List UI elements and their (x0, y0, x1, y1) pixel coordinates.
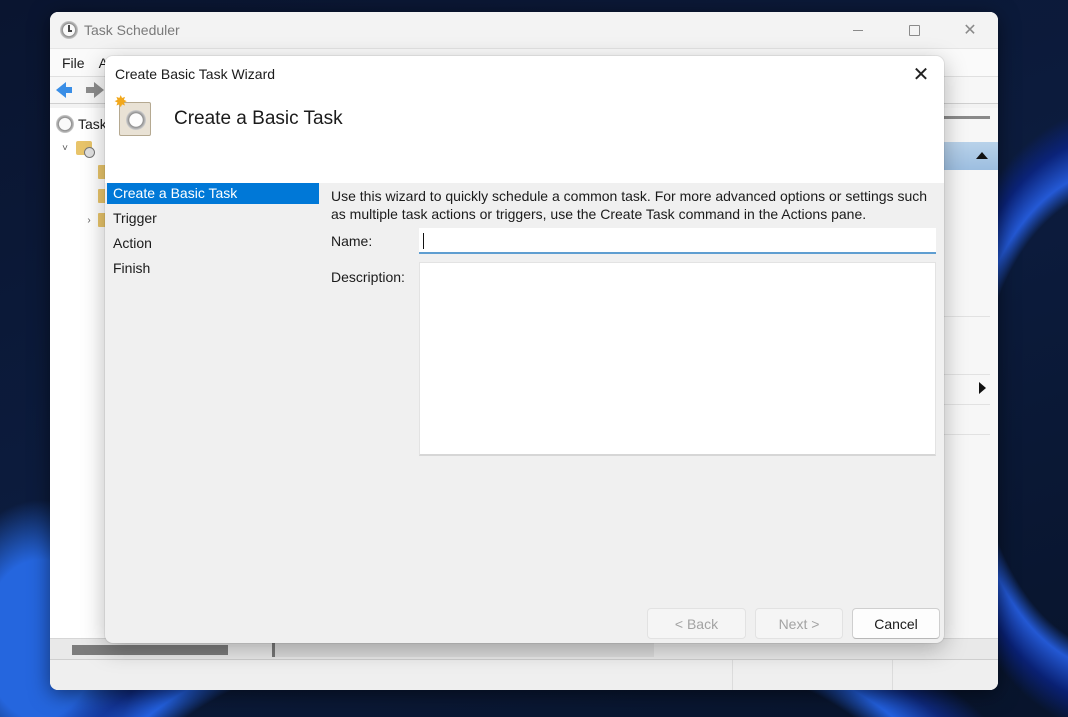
step-trigger: Trigger (113, 210, 157, 226)
minimize-button[interactable] (830, 12, 886, 48)
minimize-icon (853, 29, 863, 31)
divider (944, 434, 990, 435)
clock-icon (56, 115, 74, 133)
status-bar (50, 660, 998, 690)
description-label: Description: (331, 269, 405, 285)
wizard-content: Use this wizard to quickly schedule a co… (331, 183, 936, 456)
close-icon: ✕ (963, 22, 977, 39)
close-button[interactable]: ✕ (942, 12, 998, 48)
divider (944, 374, 990, 375)
step-create-basic-task: Create a Basic Task (107, 183, 319, 204)
star-burst-icon: ✸ (114, 94, 128, 111)
task-folder-icon (76, 141, 95, 158)
divider (732, 660, 733, 690)
step-finish: Finish (113, 260, 151, 276)
cancel-button[interactable]: Cancel (852, 608, 940, 639)
clock-icon (126, 110, 146, 130)
wizard-heading: Create a Basic Task (174, 108, 343, 129)
wizard-close-button[interactable]: ✕ (906, 60, 936, 88)
divider (944, 316, 990, 317)
clock-icon (60, 21, 78, 39)
actions-pane-header[interactable] (944, 142, 998, 170)
intro-text: Use this wizard to quickly schedule a co… (331, 188, 928, 222)
forward-nav-button[interactable] (84, 82, 106, 98)
menu-file[interactable]: File (62, 55, 85, 71)
next-button[interactable]: Next > (755, 608, 843, 639)
divider (944, 116, 990, 119)
name-label: Name: (331, 233, 373, 249)
chevron-right-icon[interactable]: › (82, 215, 96, 226)
step-action: Action (113, 235, 152, 251)
name-input[interactable] (419, 228, 936, 254)
close-icon: ✕ (912, 63, 930, 86)
new-task-icon: ✸ (114, 95, 151, 136)
chevron-down-icon[interactable]: ˅ (58, 143, 72, 154)
back-button[interactable]: < Back (647, 608, 746, 639)
back-nav-button[interactable] (56, 82, 78, 98)
submenu-arrow-icon[interactable] (979, 382, 986, 394)
wizard-header: ✸ Create a Basic Task (105, 92, 944, 183)
divider (944, 404, 990, 405)
tree-root-label: Task (78, 116, 107, 132)
create-basic-task-wizard: Create Basic Task Wizard ✕ ✸ Create a Ba… (105, 56, 944, 643)
wizard-steps: Create a Basic Task Trigger Action Finis… (107, 183, 319, 643)
actions-pane (944, 108, 998, 638)
scrollbar-track[interactable] (272, 641, 654, 657)
title-bar: Task Scheduler ✕ (50, 12, 998, 48)
window-controls: ✕ (830, 12, 998, 48)
wizard-title-bar: Create Basic Task Wizard ✕ (105, 56, 944, 92)
maximize-button[interactable] (886, 12, 942, 48)
divider (892, 660, 893, 690)
scrollbar-thumb[interactable] (72, 645, 228, 655)
back-arrow-icon (56, 82, 72, 98)
text-cursor (423, 233, 424, 249)
collapse-up-icon[interactable] (976, 152, 988, 159)
wizard-title: Create Basic Task Wizard (115, 66, 276, 82)
maximize-icon (908, 24, 920, 36)
forward-arrow-icon (86, 82, 104, 98)
description-input[interactable] (419, 262, 936, 456)
window-title: Task Scheduler (84, 22, 180, 38)
